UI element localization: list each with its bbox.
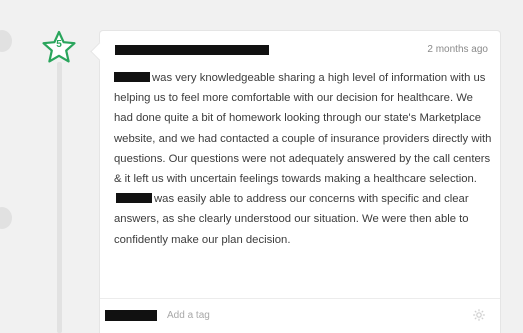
review-text-part2: was easily able to address our concerns … bbox=[114, 193, 469, 246]
timeline-node bbox=[0, 207, 12, 229]
timeline-rail bbox=[57, 62, 62, 333]
review-text-part1: was very knowledgeable sharing a high le… bbox=[114, 72, 492, 186]
rating-value: 5 bbox=[56, 39, 62, 50]
redacted-name bbox=[114, 72, 150, 82]
redacted-footer-name bbox=[105, 310, 157, 321]
rating-star-icon: 5 bbox=[41, 30, 77, 64]
review-text: was very knowledgeable sharing a high le… bbox=[114, 68, 494, 250]
gear-icon[interactable] bbox=[472, 308, 486, 322]
redacted-author-name bbox=[115, 45, 269, 55]
card-pointer bbox=[90, 42, 109, 61]
timeline-node bbox=[0, 30, 12, 52]
card-footer bbox=[100, 298, 500, 333]
add-tag-input[interactable] bbox=[167, 307, 427, 323]
review-card: 2 months ago was very knowledgeable shar… bbox=[90, 30, 501, 333]
review-timestamp: 2 months ago bbox=[427, 44, 488, 55]
redacted-name bbox=[116, 193, 152, 204]
review-timeline: 5 2 months ago was very knowledgeable sh… bbox=[0, 0, 523, 333]
